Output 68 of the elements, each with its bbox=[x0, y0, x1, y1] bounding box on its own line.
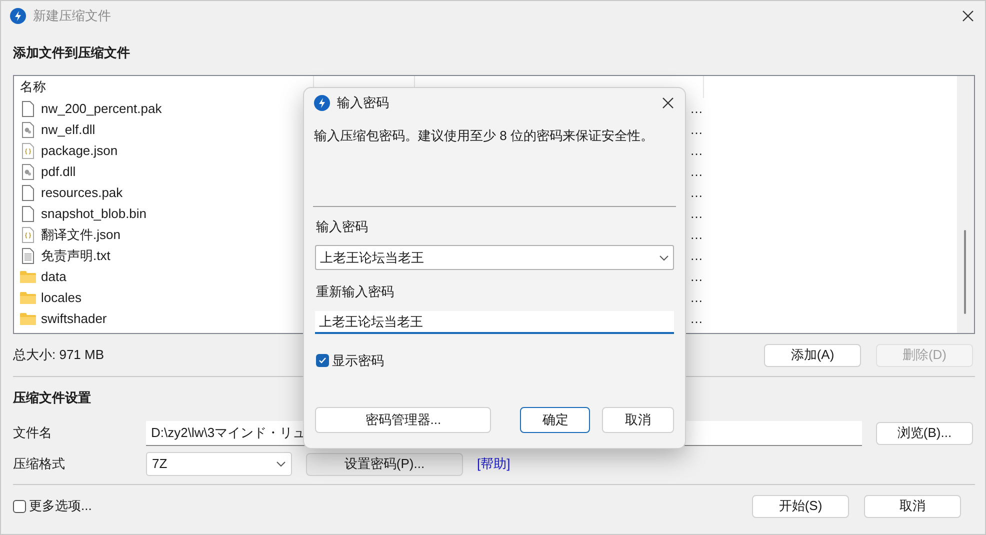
app-logo-icon bbox=[10, 8, 26, 24]
file-name[interactable]: snapshot_blob.bin bbox=[41, 204, 147, 224]
checkbox[interactable] bbox=[316, 354, 329, 368]
cancel-button[interactable]: 取消 bbox=[602, 406, 674, 432]
start-button[interactable]: 开始(S) bbox=[752, 494, 849, 518]
ok-button[interactable]: 确定 bbox=[520, 406, 590, 432]
file-path: … bbox=[690, 162, 703, 181]
set-password-button[interactable]: 设置密码(P)... bbox=[306, 452, 463, 476]
checkbox-label[interactable]: 显示密码 bbox=[332, 351, 384, 370]
file-name[interactable]: package.json bbox=[41, 140, 118, 160]
file-name[interactable]: 免责声明.txt bbox=[41, 246, 110, 266]
chevron-down-icon bbox=[276, 461, 286, 467]
checkbox-label[interactable]: 更多选项... bbox=[29, 496, 92, 516]
close-icon[interactable] bbox=[661, 96, 675, 110]
field-label: 重新输入密码 bbox=[315, 283, 395, 301]
json-file-icon bbox=[22, 142, 34, 158]
json-file-icon bbox=[22, 226, 34, 242]
file-icon bbox=[22, 206, 34, 222]
folder-icon bbox=[20, 290, 36, 304]
text-file-icon bbox=[22, 248, 34, 264]
folder-icon bbox=[20, 270, 36, 284]
app-logo-icon bbox=[314, 95, 330, 111]
total-size: 总大小: 971 MB bbox=[13, 346, 104, 364]
file-name[interactable]: 翻译文件.json bbox=[41, 224, 120, 244]
help-link[interactable]: [帮助] bbox=[477, 454, 510, 474]
confirm-password-field[interactable]: 上老王论坛当老王 bbox=[315, 311, 674, 334]
file-path: … bbox=[690, 226, 703, 244]
scrollbar[interactable] bbox=[957, 76, 974, 333]
file-icon bbox=[22, 100, 34, 116]
file-path: … bbox=[690, 288, 703, 307]
password-combobox[interactable]: 上老王论坛当老王 bbox=[315, 245, 674, 270]
file-name[interactable]: pdf.dll bbox=[41, 162, 76, 182]
settings-file-icon bbox=[22, 164, 34, 180]
folder-icon bbox=[20, 312, 36, 326]
field-label: 输入密码 bbox=[315, 218, 369, 236]
file-name[interactable]: swiftshader bbox=[41, 308, 107, 328]
field-label: 压缩格式 bbox=[13, 455, 66, 474]
file-path: … bbox=[690, 142, 703, 160]
window-title: 新建压缩文件 bbox=[33, 7, 111, 26]
file-path: … bbox=[690, 120, 703, 139]
file-path: … bbox=[690, 246, 703, 265]
file-path: … bbox=[690, 268, 703, 286]
browse-button[interactable]: 浏览(B)... bbox=[876, 422, 973, 444]
password-manager-button[interactable]: 密码管理器... bbox=[315, 406, 492, 432]
cancel-button[interactable]: 取消 bbox=[864, 494, 961, 518]
file-path: … bbox=[690, 310, 703, 328]
checkmark-icon bbox=[318, 356, 327, 366]
dialog-message: 输入压缩包密码。建议使用至少 8 位的密码来保证安全性。 bbox=[314, 127, 654, 145]
file-name[interactable]: data bbox=[41, 266, 66, 286]
file-icon bbox=[22, 184, 34, 200]
format-dropdown[interactable]: 7Z bbox=[146, 452, 292, 476]
file-name[interactable]: nw_elf.dll bbox=[41, 120, 96, 140]
file-name[interactable]: locales bbox=[41, 288, 82, 308]
file-name[interactable]: resources.pak bbox=[41, 182, 123, 202]
file-name[interactable]: nw_200_percent.pak bbox=[41, 98, 162, 118]
field-label: 文件名 bbox=[13, 424, 53, 442]
section-heading: 压缩文件设置 bbox=[13, 389, 92, 408]
chevron-down-icon bbox=[659, 254, 669, 260]
dialog-title: 输入密码 bbox=[337, 94, 389, 112]
section-heading: 添加文件到压缩文件 bbox=[13, 44, 131, 62]
file-path: … bbox=[690, 204, 703, 223]
checkbox[interactable] bbox=[13, 500, 26, 512]
close-icon[interactable] bbox=[961, 9, 975, 23]
scrollbar-thumb[interactable] bbox=[964, 230, 966, 314]
settings-file-icon bbox=[22, 122, 34, 138]
file-path: … bbox=[690, 100, 703, 118]
add-button[interactable]: 添加(A) bbox=[764, 344, 861, 366]
file-path: … bbox=[690, 184, 703, 202]
